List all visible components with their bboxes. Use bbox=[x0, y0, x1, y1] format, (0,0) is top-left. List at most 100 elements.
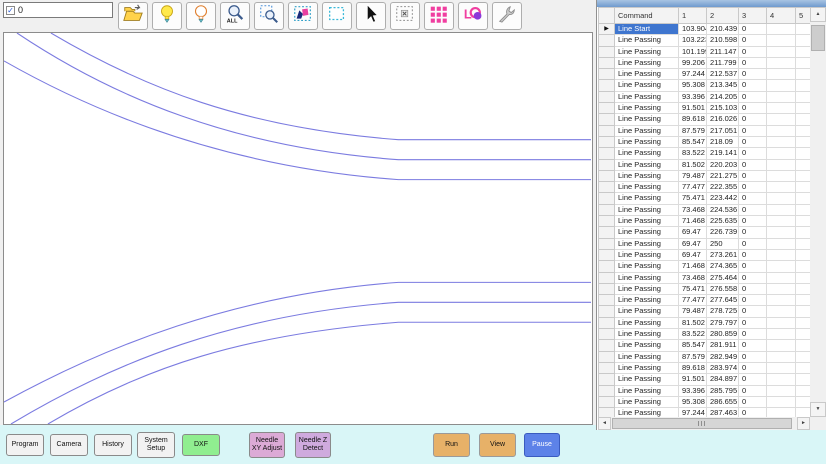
table-header-command[interactable]: Command bbox=[615, 8, 679, 24]
bottom-bar: Program Camera History System Setup DXF … bbox=[0, 425, 826, 464]
cursor-select-button[interactable] bbox=[356, 2, 386, 30]
table-row[interactable]: Line Passing87.579282.9490 bbox=[599, 351, 811, 362]
program-button[interactable]: Program bbox=[6, 434, 44, 456]
dxf-button[interactable]: DXF bbox=[182, 434, 220, 456]
table-header-4[interactable]: 4 bbox=[767, 8, 796, 24]
command-table[interactable]: Command 1 2 3 4 5 ▶Line Start103.904210.… bbox=[598, 7, 810, 417]
table-row[interactable]: Line Passing97.244287.4630 bbox=[599, 408, 811, 417]
curve-path bbox=[4, 61, 591, 180]
table-row[interactable]: Line Passing83.522219.1410 bbox=[599, 148, 811, 159]
table-row[interactable]: Line Passing83.522280.8590 bbox=[599, 329, 811, 340]
value-input[interactable]: ✓ 0 bbox=[3, 2, 113, 18]
pause-button[interactable]: Pause bbox=[524, 433, 560, 457]
table-row[interactable]: Line Passing71.468274.3650 bbox=[599, 261, 811, 272]
value-text: 0 bbox=[18, 5, 23, 15]
table-row[interactable]: Line Passing91.501215.1030 bbox=[599, 103, 811, 114]
open-file-button[interactable] bbox=[118, 2, 148, 30]
scroll-left-button[interactable]: ◄ bbox=[598, 417, 611, 430]
table-row[interactable]: Line Passing95.308213.3450 bbox=[599, 80, 811, 91]
select-object-button[interactable] bbox=[288, 2, 318, 30]
zoom-all-button[interactable]: ALL bbox=[220, 2, 250, 30]
run-button[interactable]: Run bbox=[433, 433, 470, 457]
table-row[interactable]: Line Passing95.308286.6550 bbox=[599, 396, 811, 407]
curve-path bbox=[11, 302, 591, 424]
table-row[interactable]: Line Passing69.47226.7390 bbox=[599, 227, 811, 238]
pink-grid-icon bbox=[428, 3, 450, 30]
table-row[interactable]: Line Passing85.547281.9110 bbox=[599, 340, 811, 351]
curve-path bbox=[17, 33, 591, 160]
table-row[interactable]: Line Passing99.206211.7990 bbox=[599, 57, 811, 68]
table-row[interactable]: Line Passing101.199211.1470 bbox=[599, 46, 811, 57]
light-off-button[interactable] bbox=[186, 2, 216, 30]
table-header-row: Command 1 2 3 4 5 bbox=[599, 8, 811, 24]
marquee-icon bbox=[326, 3, 348, 30]
table-header-5[interactable]: 5 bbox=[796, 8, 811, 24]
bulb-off-icon bbox=[190, 3, 212, 30]
table-row[interactable]: Line Passing79.487221.2750 bbox=[599, 170, 811, 181]
table-header-1[interactable]: 1 bbox=[679, 8, 707, 24]
settings-wrench-button[interactable] bbox=[492, 2, 522, 30]
panel-top-strip bbox=[597, 0, 826, 7]
deselect-box-icon bbox=[394, 3, 416, 30]
table-row[interactable]: Line Passing75.471276.5580 bbox=[599, 283, 811, 294]
table-row[interactable]: Line Passing71.468225.6350 bbox=[599, 216, 811, 227]
cursor-arrow-icon bbox=[360, 3, 382, 30]
table-row[interactable]: Line Passing79.487278.7250 bbox=[599, 306, 811, 317]
shapes-button[interactable]: L bbox=[458, 2, 488, 30]
table-row[interactable]: Line Passing87.579217.0510 bbox=[599, 125, 811, 136]
table-row[interactable]: Line Passing89.618283.9740 bbox=[599, 362, 811, 373]
curve-plot bbox=[4, 33, 592, 424]
table-row[interactable]: Line Passing81.502279.7970 bbox=[599, 317, 811, 328]
curve-path bbox=[48, 322, 591, 424]
curve-path bbox=[51, 33, 591, 140]
table-row[interactable]: Line Passing77.477222.3550 bbox=[599, 182, 811, 193]
clear-selection-button[interactable] bbox=[390, 2, 420, 30]
v-scrollbar[interactable]: ▲ ▼ bbox=[810, 7, 826, 417]
app-window: ✓ 0 bbox=[0, 0, 826, 464]
drawing-canvas[interactable] bbox=[3, 32, 593, 425]
marquee-select-button[interactable] bbox=[322, 2, 352, 30]
v-scroll-thumb[interactable] bbox=[811, 25, 825, 51]
grid-view-button[interactable] bbox=[424, 2, 454, 30]
command-table-body: ▶Line Start103.904210.4390Line Passing10… bbox=[599, 24, 811, 418]
thumb-grip-icon bbox=[698, 421, 707, 426]
open-folder-icon bbox=[122, 3, 144, 30]
table-row[interactable]: Line Passing77.477277.6450 bbox=[599, 295, 811, 306]
scroll-right-button[interactable]: ► bbox=[797, 417, 810, 430]
scroll-down-button[interactable]: ▼ bbox=[810, 402, 826, 417]
zoom-all-icon: ALL bbox=[224, 3, 246, 30]
table-row[interactable]: Line Passing73.468224.5360 bbox=[599, 204, 811, 215]
value-checkbox[interactable]: ✓ bbox=[6, 6, 15, 15]
table-row[interactable]: Line Passing69.472500 bbox=[599, 238, 811, 249]
view-button[interactable]: View bbox=[479, 433, 516, 457]
table-row[interactable]: Line Passing73.468275.4640 bbox=[599, 272, 811, 283]
table-row[interactable]: Line Passing89.618216.0260 bbox=[599, 114, 811, 125]
svg-text:ALL: ALL bbox=[227, 18, 238, 24]
h-scrollbar[interactable]: ◄ ► bbox=[598, 417, 810, 430]
zoom-window-button[interactable] bbox=[254, 2, 284, 30]
table-row[interactable]: Line Passing69.47273.2610 bbox=[599, 249, 811, 260]
table-row[interactable]: Line Passing81.502220.2030 bbox=[599, 159, 811, 170]
select-region-icon bbox=[292, 3, 314, 30]
table-row[interactable]: Line Passing97.244212.5370 bbox=[599, 69, 811, 80]
table-header-3[interactable]: 3 bbox=[739, 8, 767, 24]
table-row[interactable]: Line Passing91.501284.8970 bbox=[599, 374, 811, 385]
light-on-button[interactable] bbox=[152, 2, 182, 30]
table-header-2[interactable]: 2 bbox=[707, 8, 739, 24]
table-row[interactable]: Line Passing93.396214.2050 bbox=[599, 91, 811, 102]
table-header-indicator bbox=[599, 8, 615, 24]
table-row[interactable]: Line Passing103.223210.5980 bbox=[599, 35, 811, 46]
scroll-up-button[interactable]: ▲ bbox=[810, 7, 826, 22]
camera-button[interactable]: Camera bbox=[50, 434, 88, 456]
system-setup-button[interactable]: System Setup bbox=[137, 432, 175, 458]
table-row[interactable]: Line Passing75.471223.4420 bbox=[599, 193, 811, 204]
needle-xy-adjust-button[interactable]: Needle XY Adjust bbox=[249, 432, 285, 458]
right-panel: Command 1 2 3 4 5 ▶Line Start103.904210.… bbox=[596, 0, 826, 430]
history-button[interactable]: History bbox=[94, 434, 132, 456]
table-row[interactable]: Line Passing85.547218.090 bbox=[599, 136, 811, 147]
table-row[interactable]: ▶Line Start103.904210.4390 bbox=[599, 24, 811, 35]
needle-z-detect-button[interactable]: Needle Z Detect bbox=[295, 432, 331, 458]
bulb-on-icon bbox=[156, 3, 178, 30]
h-scroll-thumb[interactable] bbox=[612, 418, 792, 429]
table-row[interactable]: Line Passing93.396285.7950 bbox=[599, 385, 811, 396]
